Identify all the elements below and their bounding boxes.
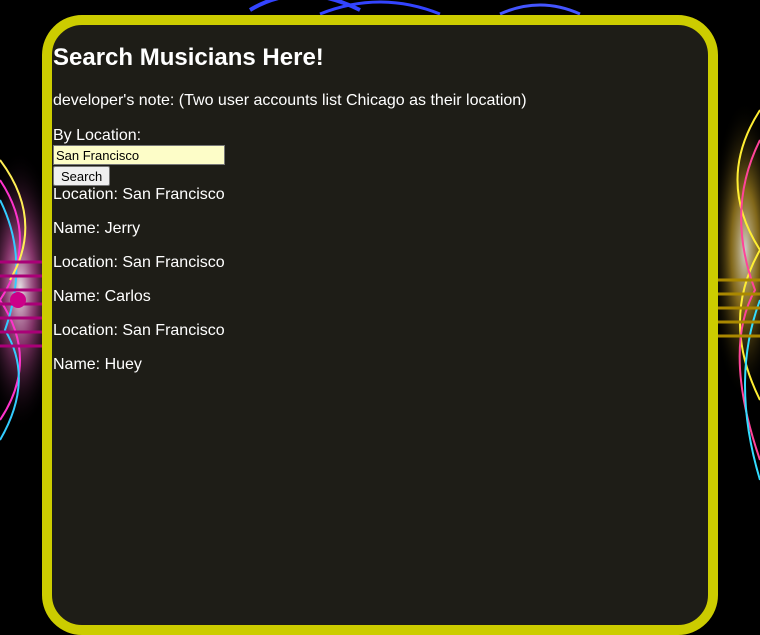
result-location: Location: San Francisco [53, 254, 225, 271]
search-results: Location: San Francisco Name: Jerry Loca… [53, 186, 693, 374]
location-input[interactable] [53, 145, 225, 165]
developer-note: developer's note: (Two user accounts lis… [53, 92, 527, 109]
page-title: Search Musicians Here! [53, 44, 324, 71]
result-name: Name: Jerry [53, 220, 141, 237]
location-search-form: By Location: Search [53, 126, 693, 186]
location-label: By Location: [53, 127, 142, 144]
result-location: Location: San Francisco [53, 322, 225, 339]
result-location: Location: San Francisco [53, 186, 225, 203]
result-name: Name: Carlos [53, 288, 151, 305]
result-name: Name: Huey [53, 356, 142, 373]
search-button[interactable]: Search [53, 166, 111, 186]
main-content: Search Musicians Here! developer's note:… [53, 40, 693, 390]
